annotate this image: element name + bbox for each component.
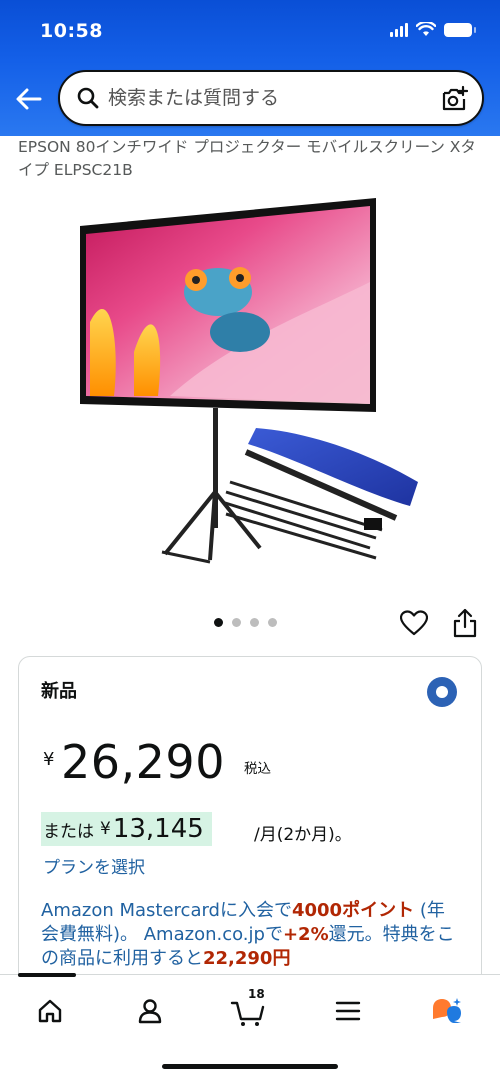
account-icon <box>138 999 162 1024</box>
status-icons <box>390 22 476 37</box>
promo-text: Amazon Mastercardに入会で <box>41 900 292 921</box>
buy-box: 新品 ¥ 26,290 税込 または ¥ 13,145 /月(2か月)。 プラン… <box>18 656 482 1016</box>
installment-prefix: または <box>43 821 94 842</box>
product-image[interactable] <box>70 192 430 572</box>
status-time: 10:58 <box>40 20 103 42</box>
carousel-dot[interactable] <box>268 618 277 627</box>
promo-price: 22,290円 <box>203 948 291 969</box>
nav-home[interactable] <box>28 991 72 1031</box>
select-plan-link[interactable]: プランを選択 <box>43 853 145 878</box>
share-icon[interactable] <box>452 608 478 638</box>
installment-badge: または ¥ 13,145 <box>41 812 212 846</box>
camera-search-icon[interactable] <box>440 85 468 113</box>
nav-account[interactable] <box>128 991 172 1031</box>
home-icon <box>38 999 62 1023</box>
nav-cart[interactable]: 18 <box>226 987 270 1031</box>
cart-count-badge: 18 <box>248 987 265 1001</box>
installment-currency: ¥ <box>100 819 111 839</box>
search-input[interactable]: 検索または質問する <box>108 86 279 110</box>
currency-symbol: ¥ <box>43 749 55 770</box>
assistant-icon <box>433 998 461 1023</box>
installment-suffix: /月(2か月)。 <box>254 825 352 845</box>
battery-icon <box>444 22 476 37</box>
search-bar[interactable]: 検索または質問する <box>58 70 484 126</box>
promo-rate: +2% <box>282 924 329 945</box>
image-carousel-dots[interactable] <box>214 618 277 627</box>
search-icon <box>77 87 99 109</box>
condition-radio[interactable] <box>427 677 457 707</box>
app-header: 10:58 検索または質問する <box>0 0 500 136</box>
arrow-left-icon[interactable] <box>14 84 44 114</box>
promo-points: 4000ポイント <box>291 900 415 921</box>
active-tab-indicator <box>18 973 76 977</box>
cellular-signal-icon <box>390 22 408 37</box>
tax-label: 税込 <box>244 761 271 777</box>
product-title[interactable]: EPSON 80インチワイド プロジェクター モバイルスクリーン Xタイプ EL… <box>18 136 488 182</box>
carousel-dot[interactable] <box>250 618 259 627</box>
menu-icon <box>335 1001 361 1021</box>
nav-assistant[interactable] <box>424 991 468 1031</box>
price: 26,290 <box>61 735 225 789</box>
carousel-dot[interactable] <box>232 618 241 627</box>
heart-icon[interactable] <box>400 610 428 636</box>
status-bar: 10:58 <box>0 0 500 62</box>
installment-amount: 13,145 <box>112 814 204 844</box>
nav-menu[interactable] <box>326 991 370 1031</box>
card-promo[interactable]: Amazon Mastercardに入会で4000ポイント (年会費無料)。 A… <box>41 899 461 971</box>
carousel-dot[interactable] <box>214 618 223 627</box>
wifi-icon <box>416 22 436 36</box>
condition-label: 新品 <box>41 681 77 702</box>
home-indicator <box>162 1064 338 1069</box>
